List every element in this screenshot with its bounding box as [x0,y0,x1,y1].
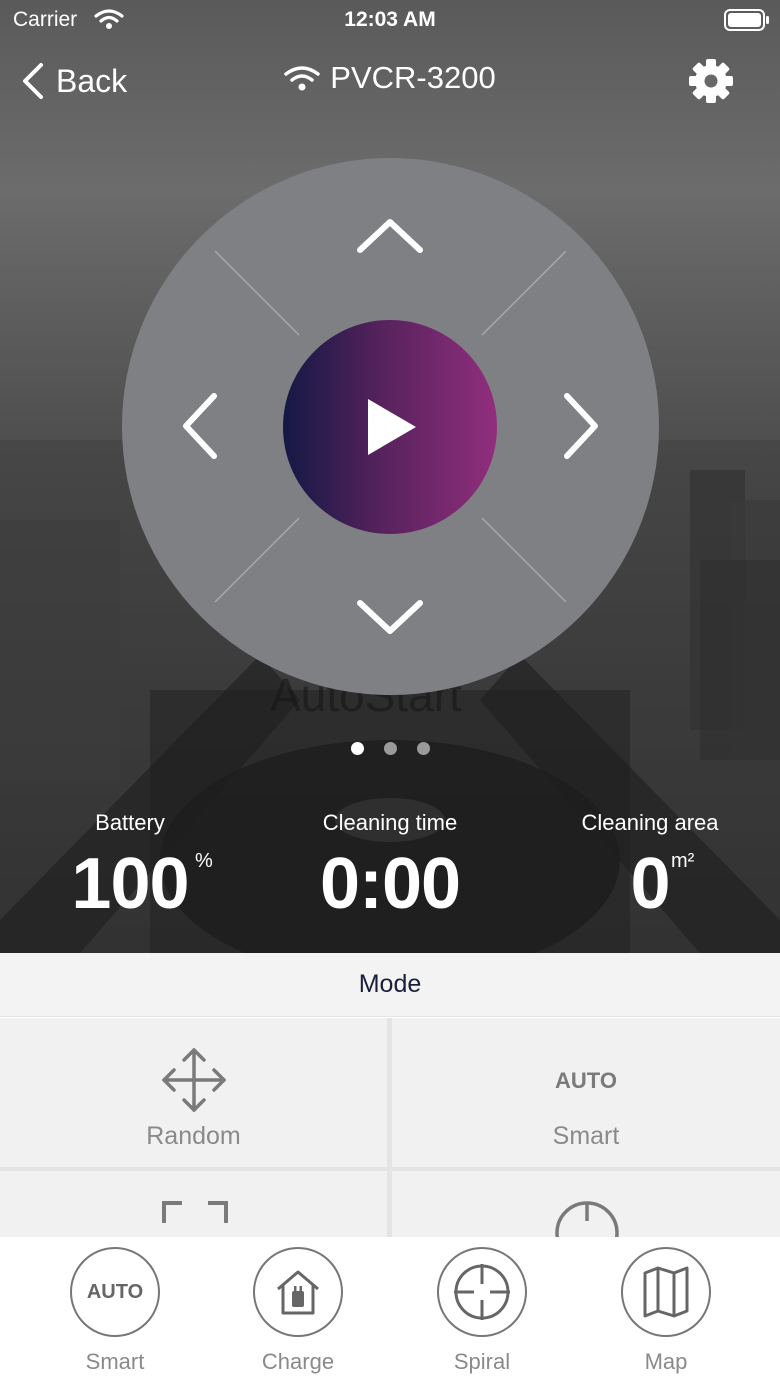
crosshair-icon [555,1201,619,1237]
cleaning-time-value: 0:00 [319,844,461,924]
device-name: PVCR-3200 [330,60,496,95]
tab-map-icon [621,1247,711,1337]
map-icon [643,1266,689,1318]
status-bar: Carrier 12:03 AM [0,0,780,40]
crosshair-icon [454,1264,510,1320]
move-up-button[interactable] [350,210,430,265]
navigation-bar: Back PVCR-3200 [0,52,780,110]
tab-charge[interactable]: Charge [228,1247,368,1375]
tab-map[interactable]: Map [596,1247,736,1375]
wifi-connection-icon [284,66,321,91]
tab-spiral[interactable]: Spiral [412,1247,552,1375]
cleaning-area-stat: Cleaning area 0 m² [560,810,740,920]
page-dot-2[interactable] [383,742,397,755]
auto-icon: AUTO [555,1068,617,1093]
tab-smart-icon: AUTO [70,1247,160,1337]
tab-smart-label: Smart [85,1349,145,1374]
page-dot-3[interactable] [416,742,430,755]
chevron-right-icon [564,393,598,459]
cleaning-area-unit: m² [671,850,695,872]
tab-charge-icon [253,1247,343,1337]
cleaning-time-stat: Cleaning time 0:00 [290,810,490,920]
play-icon [368,399,416,455]
battery-label: Battery [95,810,165,835]
mode-random-button[interactable]: Random [0,1018,387,1167]
tab-spiral-label: Spiral [453,1349,511,1374]
mode-random-label: Random [146,1122,241,1150]
mode-smart-button[interactable]: AUTO Smart [392,1018,780,1167]
move-left-button[interactable] [174,386,224,471]
tab-smart[interactable]: AUTO Smart [45,1247,185,1375]
chevron-down-icon [357,600,423,634]
mode-spot-button[interactable] [392,1171,780,1237]
tab-map-label: Map [644,1349,688,1374]
mode-smart-label: Smart [552,1122,620,1150]
tab-charge-label: Charge [261,1349,335,1374]
hero-panel: Carrier 12:03 AM Back PVCR-3200 AutoStar… [0,0,780,953]
bottom-tab-bar: AUTO Smart Charge Spiral Map [0,1237,780,1387]
cleaning-time-label: Cleaning time [322,810,458,835]
status-time: 12:03 AM [344,8,436,31]
cleaning-area-value: 0 [630,844,670,924]
mode-section-header: Mode [0,953,780,1017]
move-down-button[interactable] [350,593,430,648]
direction-pad [122,158,659,695]
cleaning-area-label: Cleaning area [581,810,719,835]
battery-unit: % [195,850,213,872]
mode-grid: Random AUTO Smart [0,1018,780,1237]
home-charge-icon [277,1270,319,1315]
frame-corners-icon [162,1201,228,1223]
chevron-left-icon [183,393,217,459]
settings-button[interactable] [686,56,736,111]
mode-title: Mode [358,970,422,998]
start-cleaning-button[interactable] [283,320,497,534]
mode-edge-button[interactable] [0,1171,387,1237]
move-arrows-icon [162,1048,226,1112]
page-indicator [0,742,780,755]
chevron-up-icon [357,219,423,253]
page-dot-1[interactable] [350,742,364,755]
device-title: PVCR-3200 [0,60,780,96]
battery-stat: Battery 100 % [40,810,220,920]
move-right-button[interactable] [557,386,607,471]
tab-spiral-icon [437,1247,527,1337]
battery-value: 100 [71,844,189,924]
auto-icon: AUTO [86,1280,144,1303]
battery-status-icon [724,9,769,31]
gear-icon [689,59,733,103]
